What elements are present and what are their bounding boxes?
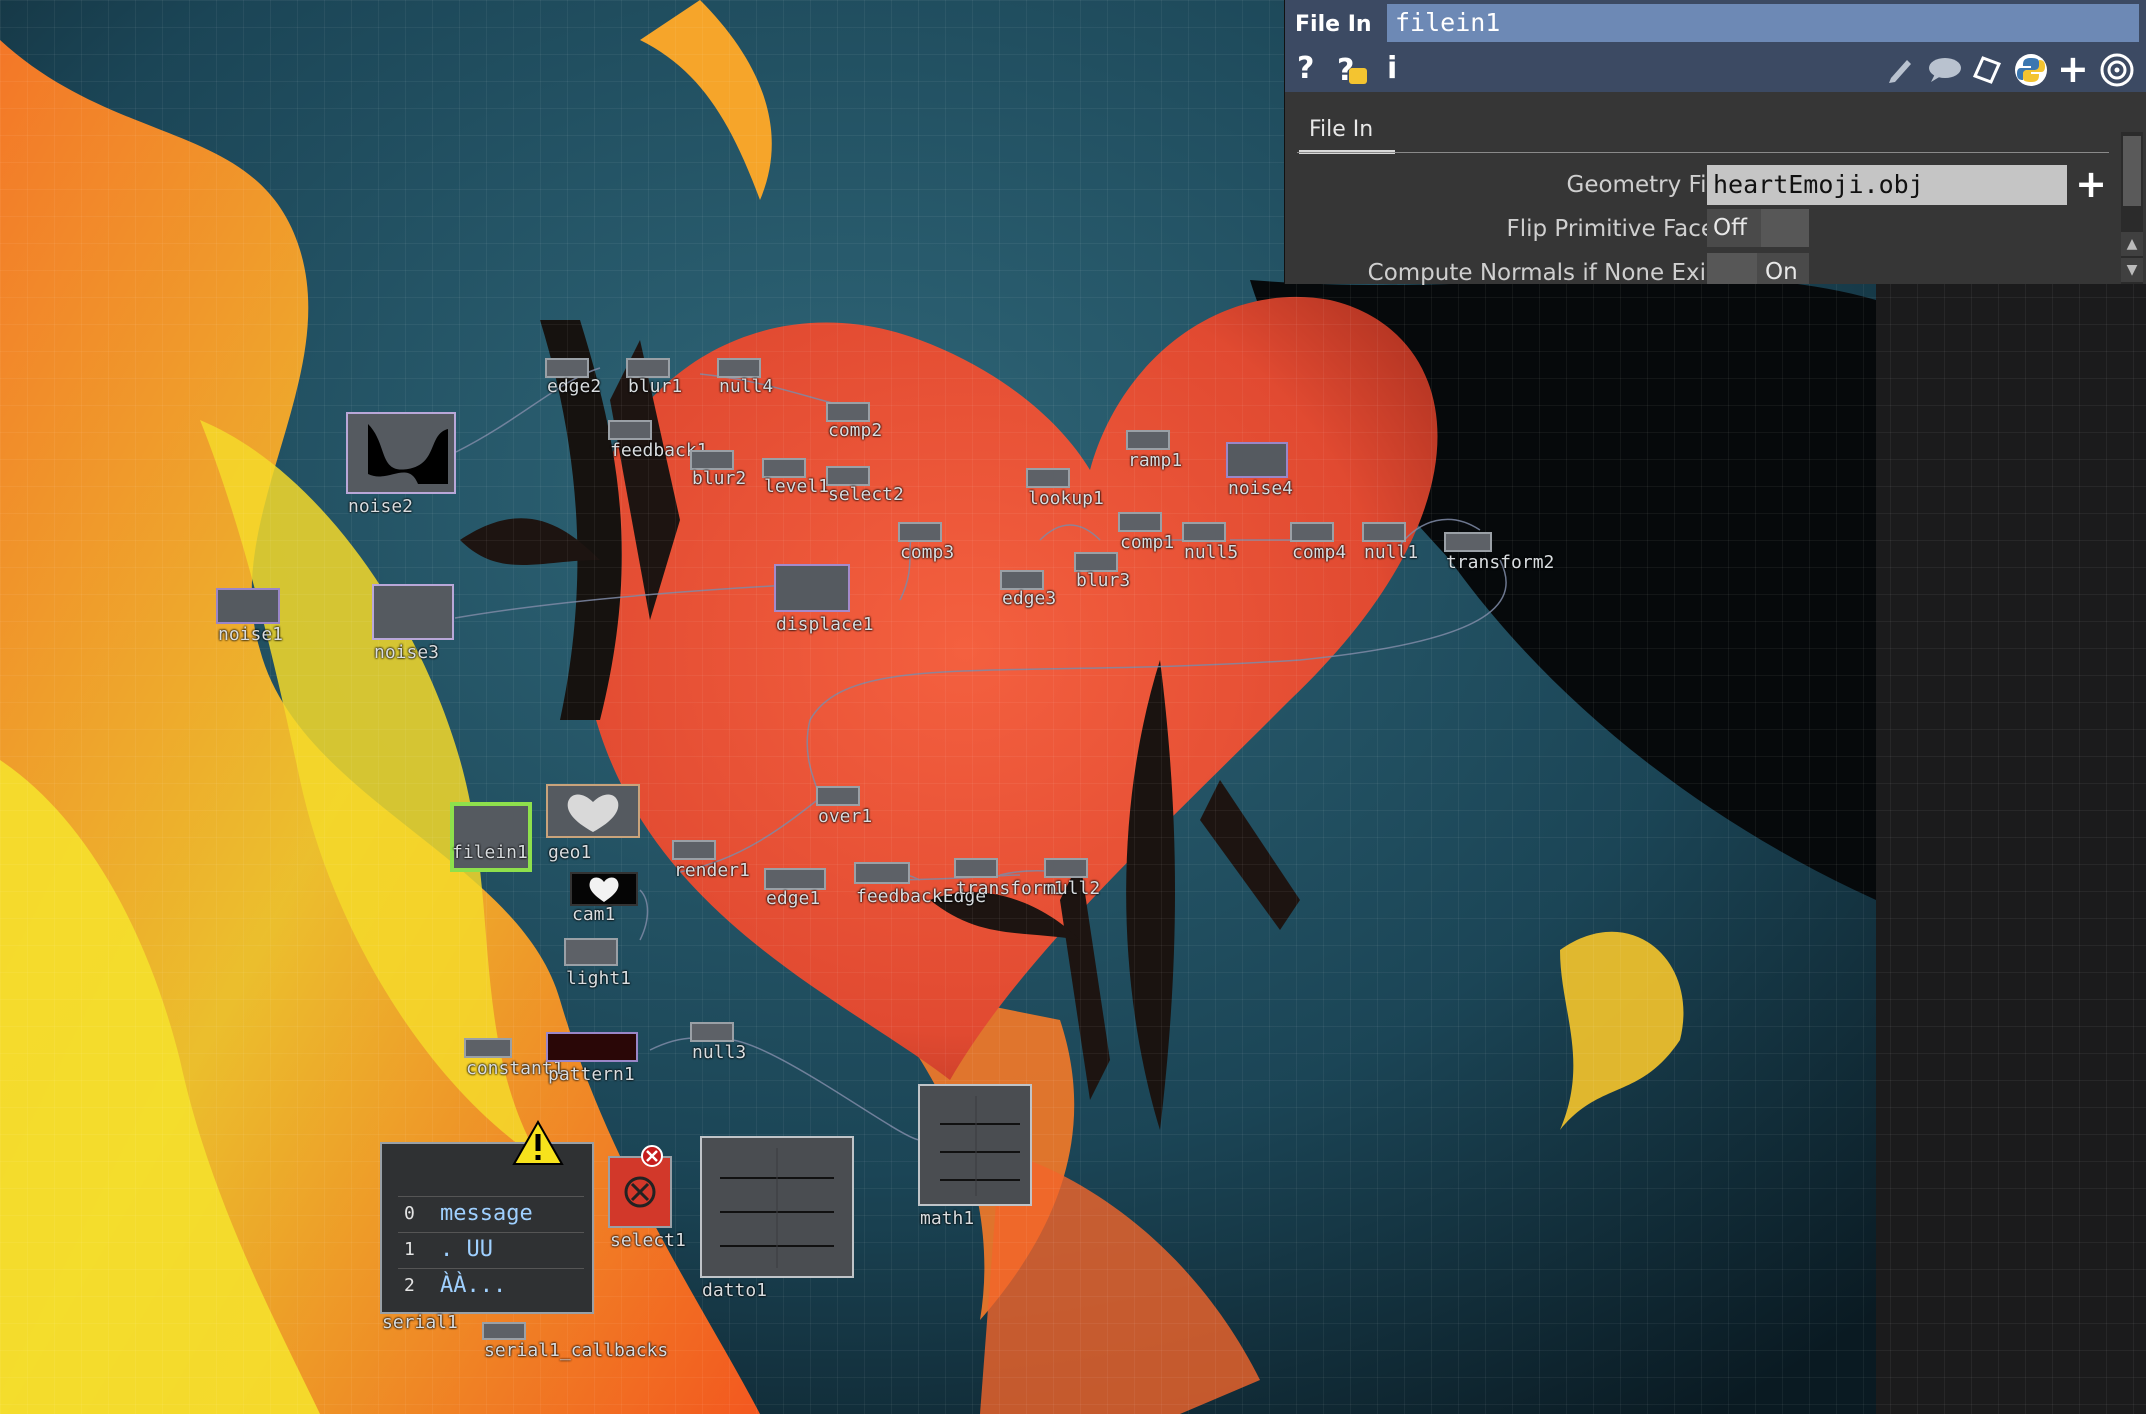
node-label: serial1 xyxy=(382,1312,458,1333)
compute-normals-label: Compute Normals if None Exist xyxy=(1367,260,1727,286)
scrollbar-thumb[interactable] xyxy=(2123,136,2141,206)
compute-normals-toggle[interactable]: On xyxy=(1757,253,1809,285)
flip-faces-toggle-track[interactable] xyxy=(1761,209,1809,247)
node-label: transform2 xyxy=(1446,552,1555,573)
error-icon xyxy=(624,1176,656,1208)
row-value: . UU xyxy=(440,1237,493,1262)
parameter-panel: File In filein1 ? ? i + File In Geometry… xyxy=(1284,0,2146,286)
node-label: cam1 xyxy=(572,904,616,925)
node-label: edge3 xyxy=(1002,588,1057,609)
node-label: noise3 xyxy=(374,642,440,663)
node-label: over1 xyxy=(818,806,873,827)
row-value: ÀÀ... xyxy=(440,1273,507,1298)
operator-snippet-icon[interactable] xyxy=(1969,52,2005,86)
network-editor[interactable]: edge2 blur1 null4 comp2 feedback1 blur2 … xyxy=(0,0,2146,1414)
row-index: 2 xyxy=(404,1275,415,1296)
geometry-file-field[interactable]: heartEmoji.obj xyxy=(1707,165,2067,205)
node-label: geo1 xyxy=(548,842,592,863)
node-label: null3 xyxy=(692,1042,747,1063)
operator-type-label: File In xyxy=(1295,12,1372,37)
node-label: comp4 xyxy=(1292,542,1347,563)
node-label: displace1 xyxy=(776,614,874,635)
pencil-icon[interactable] xyxy=(1885,52,1915,86)
browse-file-icon[interactable]: + xyxy=(2071,162,2111,206)
node-label: lookup1 xyxy=(1028,488,1104,509)
node-label: edge2 xyxy=(547,376,602,397)
node-label: comp3 xyxy=(900,542,955,563)
panel-scrollbar[interactable]: ▲ ▼ xyxy=(2121,132,2143,284)
serial-table: 0 message 1 . UU 2 ÀÀ... xyxy=(398,1156,584,1304)
node-label: math1 xyxy=(920,1208,975,1229)
scroll-up-icon[interactable]: ▲ xyxy=(2121,232,2143,256)
panel-header: File In filein1 ? ? i + xyxy=(1285,0,2146,92)
node-label: noise2 xyxy=(348,496,414,517)
operator-name-field[interactable]: filein1 xyxy=(1387,4,2139,42)
compute-normals-toggle-track[interactable] xyxy=(1707,253,1757,284)
python-help-icon[interactable]: ? xyxy=(1333,52,1371,88)
noise2-thumbnail xyxy=(368,424,448,484)
geometry-file-label: Geometry File xyxy=(1566,172,1727,198)
cam1-thumbnail xyxy=(589,877,619,902)
row-value: message xyxy=(440,1201,533,1226)
serial-row: 2 ÀÀ... xyxy=(398,1268,584,1303)
row-index: 1 xyxy=(404,1239,415,1260)
node-label: filein1 xyxy=(452,842,528,863)
node-label: light1 xyxy=(566,968,632,989)
node-label: serial1_callbacks xyxy=(484,1340,669,1361)
row-index: 0 xyxy=(404,1203,415,1224)
node-label: null5 xyxy=(1184,542,1239,563)
node-label: select1 xyxy=(610,1230,686,1251)
scroll-down-icon[interactable]: ▼ xyxy=(2121,258,2143,282)
warning-icon[interactable] xyxy=(512,1120,564,1166)
math1-chan-preview xyxy=(940,1096,1020,1196)
node-label: select2 xyxy=(828,484,904,505)
serial-row: 0 message xyxy=(398,1196,584,1231)
serial-row: 1 . UU xyxy=(398,1232,584,1267)
node-label: comp1 xyxy=(1120,532,1175,553)
geo1-thumbnail xyxy=(567,794,619,832)
node-label: edge1 xyxy=(766,888,821,909)
node-label: pattern1 xyxy=(548,1064,635,1085)
flip-faces-label: Flip Primitive Faces xyxy=(1506,216,1728,242)
node-label: null2 xyxy=(1046,878,1101,899)
flip-faces-toggle[interactable]: Off xyxy=(1707,209,1761,247)
node-label: comp2 xyxy=(828,420,883,441)
info-icon[interactable]: i xyxy=(1387,52,1397,86)
node-label: null4 xyxy=(719,376,774,397)
target-icon[interactable] xyxy=(2099,52,2135,87)
node-label: datto1 xyxy=(702,1280,768,1301)
node-label: blur1 xyxy=(628,376,683,397)
node-label: ramp1 xyxy=(1128,450,1183,471)
python-icon[interactable] xyxy=(2013,52,2049,86)
add-icon[interactable]: + xyxy=(2057,50,2089,88)
datto1-table-preview xyxy=(720,1148,834,1268)
node-label: blur3 xyxy=(1076,570,1131,591)
tab-file-in[interactable]: File In xyxy=(1299,110,1395,154)
node-label: level1 xyxy=(764,476,830,497)
node-label: blur2 xyxy=(692,468,747,489)
node-error-badge-icon[interactable] xyxy=(640,1144,664,1168)
node-label: noise1 xyxy=(218,624,284,645)
tab-divider xyxy=(1297,152,2109,153)
comment-icon[interactable] xyxy=(1927,52,1963,86)
node-label: render1 xyxy=(674,860,750,881)
node-label: null1 xyxy=(1364,542,1419,563)
node-label: noise4 xyxy=(1228,478,1294,499)
help-icon[interactable]: ? xyxy=(1297,52,1314,86)
